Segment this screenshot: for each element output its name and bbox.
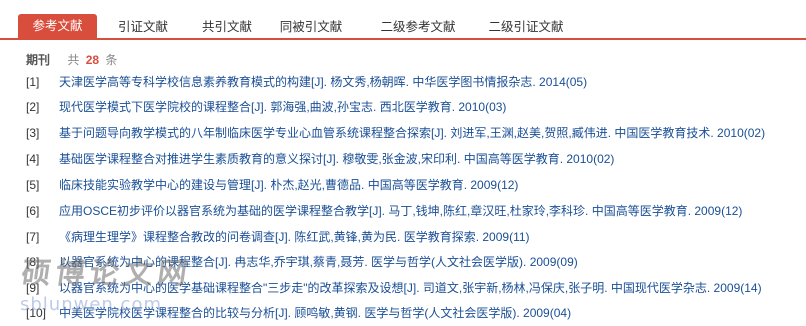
reference-title-link[interactable]: 以器官系统为中心的课程整合 bbox=[59, 255, 215, 269]
reference-title-link[interactable]: 天津医学高等专科学校信息素养教育模式的构建 bbox=[59, 75, 311, 89]
reference-authors: [J]. 刘进军,王渊,赵美,贺照,臧伟进. bbox=[431, 126, 612, 140]
reference-authors: [J]. 司道文,张宇新,杨林,冯保庆,张子明. bbox=[403, 281, 608, 295]
reference-number: [7] bbox=[26, 230, 40, 244]
reference-tab-bar: 参考文献 引证文献 共引文献 同被引文献 二级参考文献 二级引证文献 bbox=[0, 0, 806, 40]
reference-title-link[interactable]: 基于问题导向教学模式的八年制临床医学专业心血管系统课程整合探索 bbox=[59, 126, 431, 140]
reference-number: [6] bbox=[26, 204, 40, 218]
reference-title-link[interactable]: 临床技能实验教学中心的建设与管理 bbox=[59, 178, 251, 192]
summary-count: 28 bbox=[85, 53, 100, 67]
reference-number: [9] bbox=[26, 281, 40, 295]
tab-citing[interactable]: 引证文献 bbox=[108, 16, 178, 38]
summary-unit: 条 bbox=[105, 53, 118, 67]
summary-prefix: 共 bbox=[67, 53, 80, 67]
reference-source-link[interactable]: 中国高等医学教育. 2009(12) bbox=[368, 178, 519, 192]
reference-source-link[interactable]: 西北医学教育. 2010(03) bbox=[380, 100, 507, 114]
tab-secondary-citing[interactable]: 二级引证文献 bbox=[480, 16, 572, 38]
reference-authors: [J]. 朴杰,赵光,曹德品. bbox=[251, 178, 365, 192]
reference-title-link[interactable]: 基础医学课程整合对推进学生素质教育的意义探讨 bbox=[59, 152, 323, 166]
reference-authors: [J]. 穆敬雯,张金波,宋印利. bbox=[323, 152, 461, 166]
reference-title-link[interactable]: 中美医学院校医学课程整合的比较与分析 bbox=[59, 306, 275, 320]
tab-secondary-references[interactable]: 二级参考文献 bbox=[372, 16, 464, 38]
tab-co-citing[interactable]: 共引文献 bbox=[192, 16, 262, 38]
reference-title-link[interactable]: 《病理生理学》课程整合教改的问卷调查 bbox=[59, 230, 275, 244]
reference-source-link[interactable]: 中国高等医学教育. 2009(12) bbox=[592, 204, 743, 218]
reference-source-link[interactable]: 医学与哲学(人文社会医学版). 2009(09) bbox=[371, 255, 578, 269]
tab-underline bbox=[0, 38, 806, 40]
tab-references[interactable]: 参考文献 bbox=[18, 14, 97, 38]
reference-number: [10] bbox=[26, 306, 47, 320]
reference-authors: [J]. 冉志华,乔宇琪,蔡青,聂芳. bbox=[215, 255, 368, 269]
reference-authors: [J]. 郭海强,曲波,孙宝志. bbox=[251, 100, 377, 114]
reference-title-link[interactable]: 现代医学模式下医学院校的课程整合 bbox=[59, 100, 251, 114]
reference-number: [5] bbox=[26, 178, 40, 192]
reference-source-link[interactable]: 医学与哲学(人文社会医学版). 2009(04) bbox=[364, 306, 571, 320]
reference-number: [1] bbox=[26, 75, 40, 89]
reference-number: [2] bbox=[26, 100, 40, 114]
reference-number: [8] bbox=[26, 255, 40, 269]
reference-title-link[interactable]: 应用OSCE初步评价以器官系统为基础的医学课程整合教学 bbox=[59, 204, 369, 218]
reference-source-link[interactable]: 中华医学图书情报杂志. 2014(05) bbox=[412, 75, 587, 89]
summary-type: 期刊 bbox=[26, 53, 51, 67]
reference-authors: [J]. 顾鸣敏,黄钢. bbox=[275, 306, 362, 320]
reference-source-link[interactable]: 中国医学教育技术. 2010(02) bbox=[614, 126, 765, 140]
result-summary: 期刊 共 28 条 bbox=[26, 52, 117, 68]
reference-source-link[interactable]: 中国现代医学杂志. 2009(14) bbox=[611, 281, 762, 295]
tab-co-cited[interactable]: 同被引文献 bbox=[276, 16, 346, 38]
reference-number: [3] bbox=[26, 126, 40, 140]
reference-source-link[interactable]: 中国高等医学教育. 2010(02) bbox=[464, 152, 615, 166]
reference-number: [4] bbox=[26, 152, 40, 166]
reference-source-link[interactable]: 医学教育探索. 2009(11) bbox=[404, 230, 530, 244]
reference-authors: [J]. 杨文秀,杨朝晖. bbox=[311, 75, 410, 89]
reference-authors: [J]. 马丁,钱坤,陈红,章汉旺,杜家玲,李科珍. bbox=[369, 204, 589, 218]
reference-title-link[interactable]: 以器官系统为中心的医学基础课程整合"三步走"的改革探索及设想 bbox=[59, 281, 404, 295]
reference-authors: [J]. 陈红武,黄锋,黄为民. bbox=[275, 230, 401, 244]
